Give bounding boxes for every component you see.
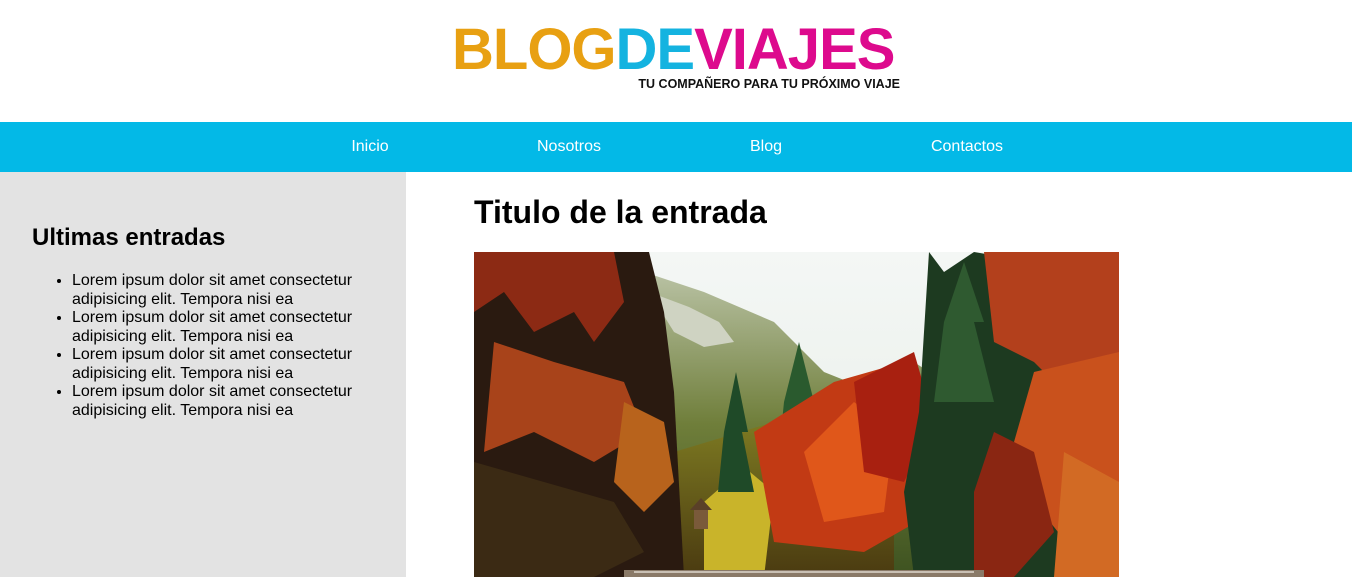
sidebar-title: Ultimas entradas xyxy=(32,224,226,251)
latest-entries-list: Lorem ipsum dolor sit amet consectetur a… xyxy=(72,272,392,420)
latest-entry-item[interactable]: Lorem ipsum dolor sit amet consectetur a… xyxy=(72,346,392,383)
entry-image xyxy=(474,252,1119,577)
latest-entry-item[interactable]: Lorem ipsum dolor sit amet consectetur a… xyxy=(72,272,392,309)
entry-title: Titulo de la entrada xyxy=(474,194,767,230)
nav-link-blog[interactable]: Blog xyxy=(750,122,782,172)
sidebar: Ultimas entradas Lorem ipsum dolor sit a… xyxy=(0,172,406,577)
latest-entry-item[interactable]: Lorem ipsum dolor sit amet consectetur a… xyxy=(72,309,392,346)
logo-part-blog: BLOG xyxy=(452,17,617,82)
main-nav: Inicio Nosotros Blog Contactos xyxy=(0,122,1352,172)
autumn-forest-photo xyxy=(474,252,1119,577)
site-logo[interactable]: BLOGDEVIAJES TU COMPAÑERO PARA TU PRÓXIM… xyxy=(452,21,904,96)
logo-tagline: TU COMPAÑERO PARA TU PRÓXIMO VIAJE xyxy=(638,77,900,91)
latest-entry-item[interactable]: Lorem ipsum dolor sit amet consectetur a… xyxy=(72,383,392,420)
nav-link-contactos[interactable]: Contactos xyxy=(931,122,1003,172)
logo-wordmark: BLOGDEVIAJES xyxy=(452,21,895,79)
logo-part-viajes: VIAJES xyxy=(694,17,895,82)
nav-link-nosotros[interactable]: Nosotros xyxy=(537,122,601,172)
site-header: BLOGDEVIAJES TU COMPAÑERO PARA TU PRÓXIM… xyxy=(0,0,1352,122)
nav-link-inicio[interactable]: Inicio xyxy=(351,122,388,172)
logo-part-de: DE xyxy=(615,17,696,82)
main-content: Titulo de la entrada xyxy=(406,172,1352,577)
